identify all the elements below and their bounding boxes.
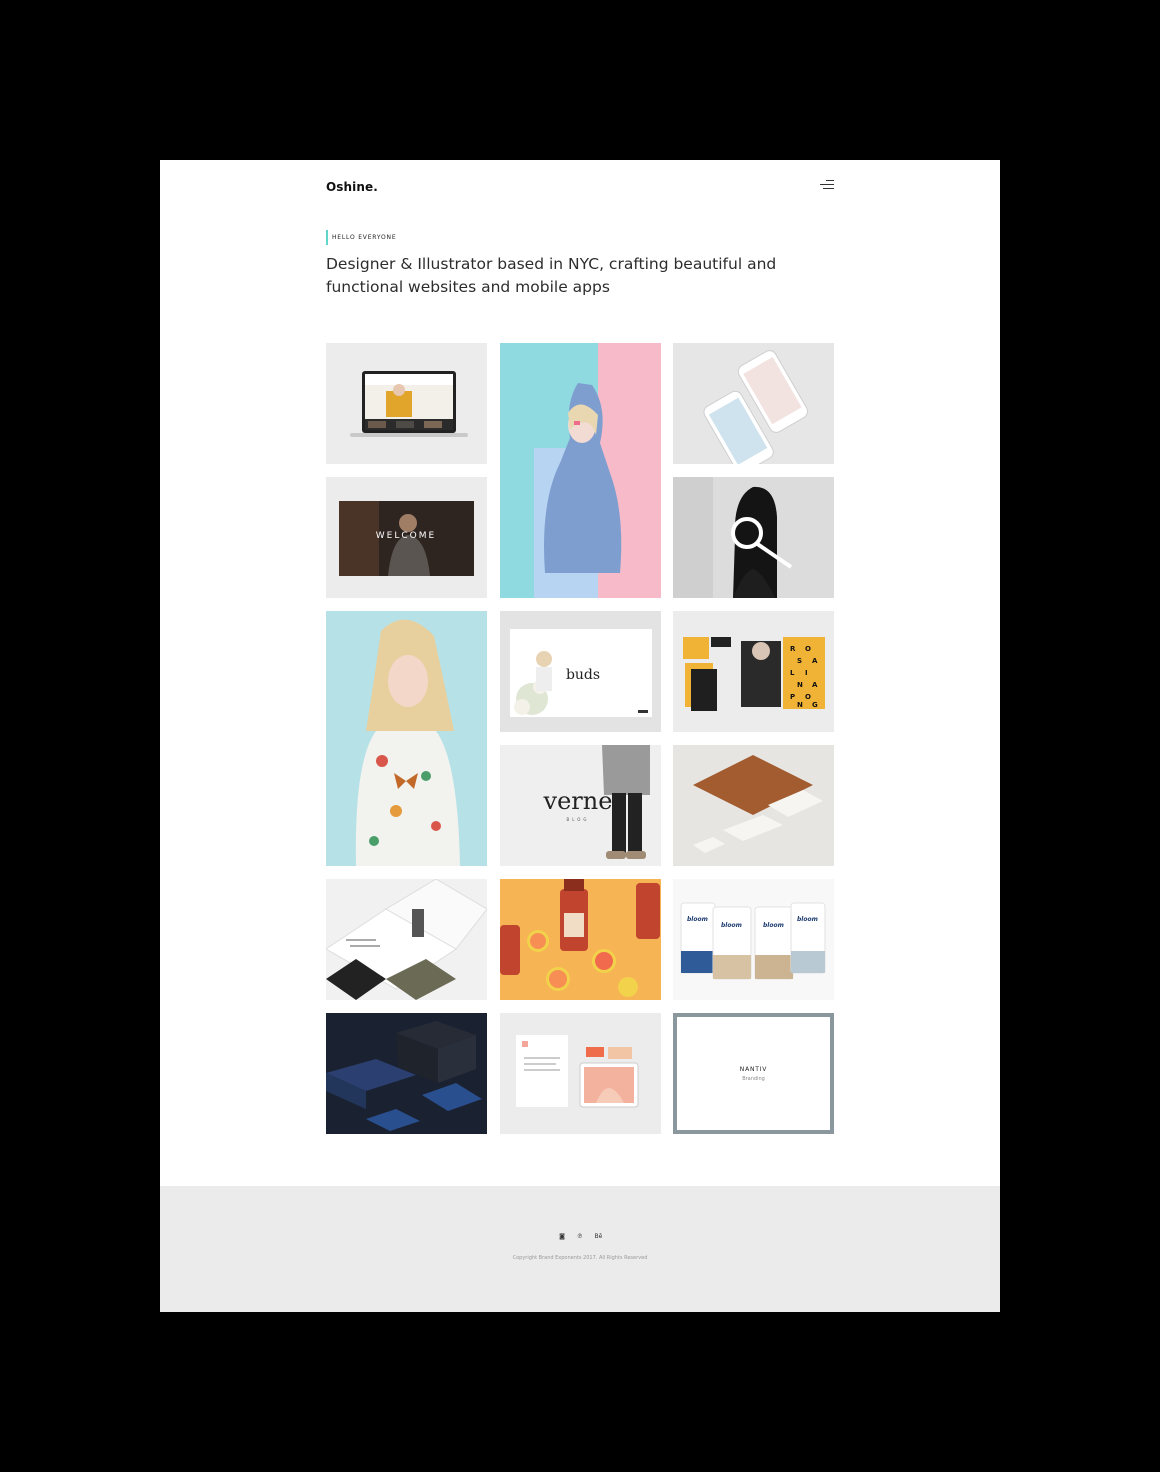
portfolio-tile-verne-blog[interactable]: verne BLOG [500,745,661,866]
portfolio-tile-yellow-poster-branding[interactable]: R O S A L I N A P O N G [673,611,834,732]
svg-text:N: N [797,701,803,709]
portfolio-tile-navy-packaging[interactable] [326,1013,487,1134]
laptop-mockup-image [350,371,468,437]
logo[interactable]: Oshine. [326,180,378,194]
fashion-model-image [500,343,661,598]
svg-text:S: S [797,657,802,665]
social-links: ◙ ℗ Bē [160,1233,1000,1240]
portfolio-tile-buds-website[interactable]: buds [500,611,661,732]
portfolio-tile-bloom-packaging[interactable]: bloom bloom bloom bloom [673,879,834,1000]
intro-eyebrow: HELLO EVERYONE [326,230,396,245]
welcome-website-image: WELCOME [339,501,474,576]
portfolio-tile-search-branding[interactable] [673,477,834,598]
buds-website-image: buds [510,629,652,717]
welcome-caption: WELCOME [376,531,436,541]
magazine-layout-image [326,879,487,1000]
verne-caption: verne [543,787,613,815]
portfolio-tile-juice-bottles[interactable] [500,879,661,1000]
instagram-icon[interactable]: ◙ [559,1233,566,1240]
svg-text:R: R [790,645,796,653]
phone-mockups-image [703,350,809,464]
svg-text:bloom: bloom [797,916,818,923]
portfolio-tile-phone-mockups[interactable] [673,343,834,464]
behance-icon[interactable]: Bē [595,1233,603,1240]
svg-text:O: O [805,693,811,701]
floral-dress-image [326,611,487,866]
svg-text:O: O [805,645,811,653]
portfolio-tile-stationery-brown[interactable] [673,745,834,866]
svg-text:G: G [812,701,818,709]
svg-text:N: N [797,681,803,689]
buds-caption: buds [566,667,600,683]
svg-text:I: I [805,669,808,677]
portfolio-tile-magazine-layout[interactable] [326,879,487,1000]
brown-stationery-image [693,755,823,853]
search-branding-image [673,477,834,598]
footer: ◙ ℗ Bē Copyright Brand Exponents 2017. A… [160,1186,1000,1312]
bloom-packaging-image: bloom bloom bloom bloom [673,879,834,1000]
portfolio-tile-fashion-model-blue-pink[interactable] [500,343,661,598]
yellow-poster-image: R O S A L I N A P O N G [683,637,825,711]
portfolio-tile-laptop-mockup[interactable] [326,343,487,464]
portfolio-tile-letterhead-stationery[interactable] [500,1013,661,1134]
nantiv-subtitle: Branding [742,1075,765,1082]
svg-text:P: P [790,693,795,701]
pinterest-icon[interactable]: ℗ [577,1233,584,1240]
svg-text:bloom: bloom [763,922,784,929]
navy-packaging-image [326,1013,487,1134]
svg-text:A: A [812,657,818,665]
portfolio-tile-nantiv-branding[interactable]: NANTIV Branding [673,1013,834,1134]
hamburger-icon[interactable] [820,179,834,191]
svg-text:bloom: bloom [721,922,742,929]
portfolio-tile-welcome-website[interactable]: WELCOME [326,477,487,598]
nantiv-title: NANTIV [739,1065,768,1073]
svg-text:A: A [812,681,818,689]
juice-bottles-image [500,879,661,1000]
copyright-text: Copyright Brand Exponents 2017. All Righ… [512,1255,648,1261]
svg-text:bloom: bloom [687,916,708,923]
page: Oshine. HELLO EVERYONE Designer & Illust… [160,160,1000,1312]
portfolio-tile-floral-dress-portrait[interactable] [326,611,487,866]
intro-headline: Designer & Illustrator based in NYC, cra… [326,255,777,296]
verne-subcaption: BLOG [566,817,589,822]
verne-blog-image: verne BLOG [500,745,661,866]
svg-text:L: L [790,669,795,677]
letterhead-stationery-image [516,1035,639,1108]
